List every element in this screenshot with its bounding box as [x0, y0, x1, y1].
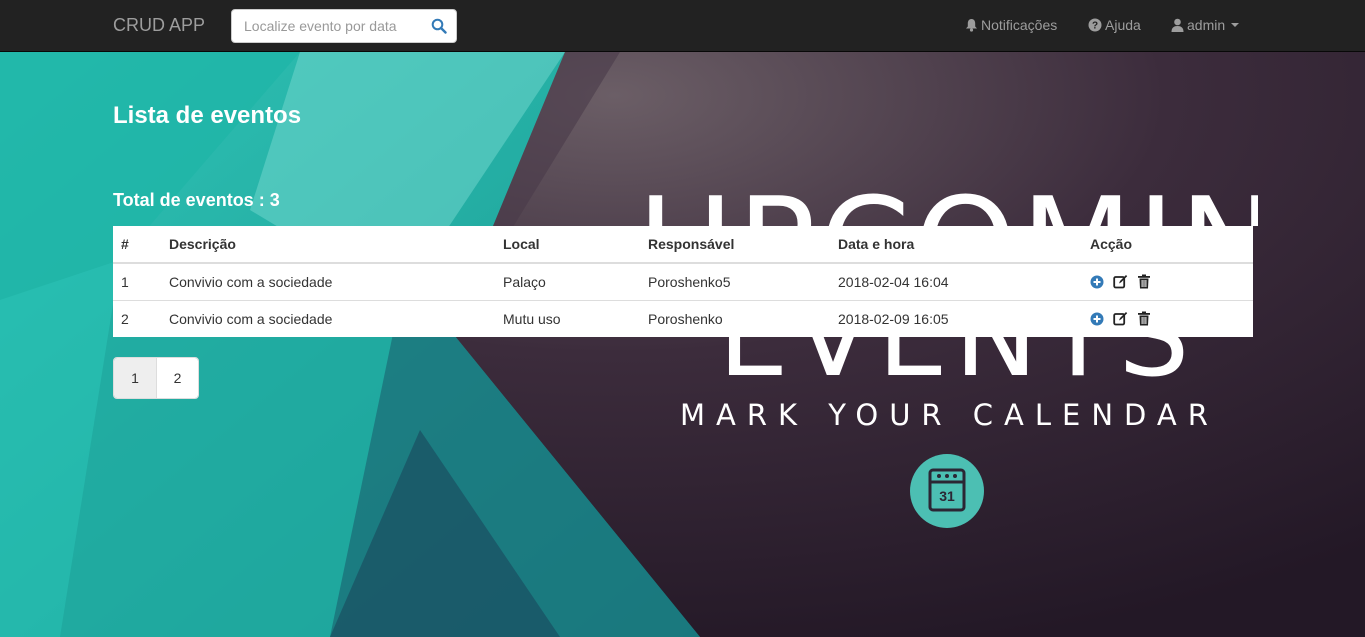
cell-number: 1: [121, 273, 129, 290]
app-brand[interactable]: CRUD APP: [113, 15, 205, 36]
trash-icon[interactable]: [1137, 311, 1151, 326]
banner-tagline: MARK YOUR CALENDAR: [680, 398, 1219, 432]
events-table: # Descrição Local Responsável Data e hor…: [113, 226, 1253, 337]
nav-user-label: admin: [1187, 17, 1226, 33]
cell-datetime: 2018-02-09 16:05: [830, 299, 1082, 337]
cell-local: Palaço: [503, 273, 546, 290]
cell-number: 2: [113, 299, 161, 337]
question-circle-icon: ?: [1088, 18, 1102, 32]
col-header-description: Descrição: [161, 226, 495, 264]
page-button-2[interactable]: 2: [156, 358, 198, 398]
cell-actions: [1082, 263, 1253, 300]
search-icon[interactable]: [431, 18, 447, 34]
cell-responsible: Poroshenko: [640, 299, 830, 337]
edit-icon[interactable]: [1113, 274, 1128, 289]
cell-responsible: Poroshenko5: [648, 273, 731, 290]
nav-notifications-label: Notificações: [981, 17, 1058, 33]
search-box: [231, 9, 457, 43]
col-header-actions: Acção: [1082, 226, 1253, 264]
cell-datetime: 2018-02-04 16:04: [838, 273, 949, 290]
bell-icon: [966, 19, 977, 32]
nav-help-label: Ajuda: [1105, 17, 1141, 33]
svg-text:?: ?: [1092, 21, 1098, 32]
events-total: Total de eventos : 3: [113, 190, 280, 210]
cell-actions: [1082, 299, 1253, 337]
banner-upcoming-text: UPCOMING: [638, 188, 1258, 226]
trash-icon[interactable]: [1137, 274, 1151, 289]
table-header-row: # Descrição Local Responsável Data e hor…: [113, 226, 1253, 264]
table-row: 2 Convivio com a sociedade Mutu uso Poro…: [113, 299, 1253, 337]
cell-description: Convivio com a sociedade: [161, 299, 495, 337]
nav-user-menu[interactable]: admin: [1171, 17, 1240, 33]
table-row: 1 Convivio com a sociedade Palaço Porosh…: [113, 263, 1253, 300]
calendar-badge: 31: [910, 454, 984, 528]
pagination: 1 2: [113, 357, 199, 399]
nav-help[interactable]: ? Ajuda: [1088, 17, 1141, 33]
cell-description: Convivio com a sociedade: [169, 273, 333, 290]
page-title: Lista de eventos: [113, 102, 302, 129]
cell-local: Mutu uso: [495, 299, 640, 337]
plus-circle-icon[interactable]: [1090, 312, 1104, 326]
nav-notifications[interactable]: Notificações: [965, 17, 1057, 33]
edit-icon[interactable]: [1113, 311, 1128, 326]
col-header-datetime: Data e hora: [830, 226, 1082, 264]
calendar-day: 31: [939, 488, 955, 504]
banner-events-text: EVENTS: [718, 336, 1188, 384]
col-header-number: #: [113, 226, 161, 264]
user-icon: [1171, 18, 1184, 32]
navbar: CRUD APP Notificações ? Ajuda admin: [0, 0, 1365, 52]
col-header-local: Local: [495, 226, 640, 264]
col-header-responsible: Responsável: [640, 226, 830, 264]
caret-down-icon: [1231, 23, 1240, 27]
plus-circle-icon[interactable]: [1090, 275, 1104, 289]
page-button-1[interactable]: 1: [114, 358, 156, 398]
search-input[interactable]: [232, 10, 422, 42]
